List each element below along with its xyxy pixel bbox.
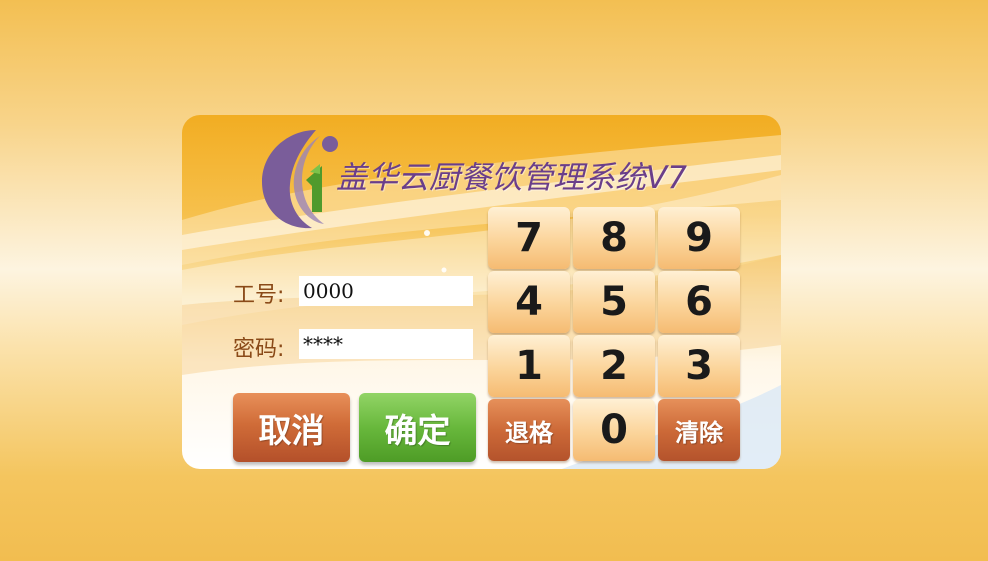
keypad-key-3[interactable]: 3: [658, 335, 740, 397]
password-input[interactable]: [299, 329, 473, 359]
keypad-key-2[interactable]: 2: [573, 335, 655, 397]
keypad-key-5[interactable]: 5: [573, 271, 655, 333]
keypad-key-0[interactable]: 0: [573, 399, 655, 461]
keypad-key-9[interactable]: 9: [658, 207, 740, 269]
app-title: 盖华云厨餐饮管理系统V7: [336, 160, 687, 196]
keypad-key-7[interactable]: 7: [488, 207, 570, 269]
keypad-key-4[interactable]: 4: [488, 271, 570, 333]
employee-id-label: 工号:: [233, 283, 285, 308]
confirm-button[interactable]: 确定: [359, 393, 476, 462]
employee-id-input[interactable]: [299, 276, 473, 306]
keypad-key-1[interactable]: 1: [488, 335, 570, 397]
keypad-clear-button[interactable]: 清除: [658, 399, 740, 461]
keypad-key-6[interactable]: 6: [658, 271, 740, 333]
password-label: 密码:: [233, 337, 285, 362]
keypad-backspace-button[interactable]: 退格: [488, 399, 570, 461]
keypad-key-8[interactable]: 8: [573, 207, 655, 269]
cancel-button[interactable]: 取消: [233, 393, 350, 462]
